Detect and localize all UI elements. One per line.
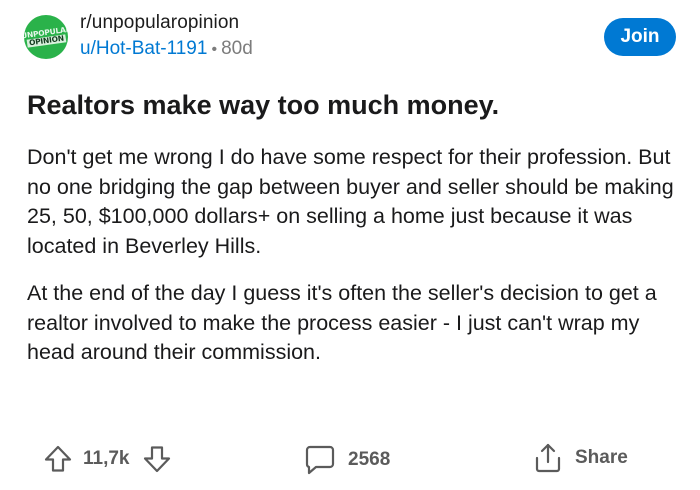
comment-count: 2568 bbox=[348, 449, 391, 470]
post-title[interactable]: Realtors make way too much money. bbox=[27, 88, 677, 122]
share-button[interactable]: Share bbox=[533, 442, 628, 474]
body-paragraph: Don't get me wrong I do have some respec… bbox=[27, 145, 674, 258]
post-action-bar: 11,7k 2568 Share bbox=[0, 440, 700, 480]
subreddit-name[interactable]: r/unpopularopinion bbox=[80, 12, 239, 34]
post-age: 80d bbox=[221, 38, 253, 59]
comments-button[interactable]: 2568 bbox=[304, 444, 390, 476]
post-card: UNPOPULAR OPINION r/unpopularopinion u/H… bbox=[0, 0, 700, 490]
post-meta: u/Hot-Bat-1191 • 80d bbox=[80, 38, 253, 60]
vote-group: 11,7k bbox=[43, 444, 172, 474]
author-link[interactable]: u/Hot-Bat-1191 bbox=[80, 38, 207, 59]
share-label: Share bbox=[575, 447, 628, 468]
meta-separator: • bbox=[211, 41, 218, 58]
subreddit-avatar[interactable]: UNPOPULAR OPINION bbox=[24, 15, 68, 59]
arrow-up-outline-icon[interactable] bbox=[43, 444, 73, 474]
post-body: Don't get me wrong I do have some respec… bbox=[27, 143, 677, 386]
speech-bubble-icon bbox=[304, 444, 336, 476]
vote-score: 11,7k bbox=[83, 448, 130, 469]
join-button[interactable]: Join bbox=[604, 18, 676, 56]
post-header: UNPOPULAR OPINION r/unpopularopinion u/H… bbox=[24, 10, 676, 62]
body-paragraph: At the end of the day I guess it's often… bbox=[27, 281, 657, 364]
arrow-down-outline-icon[interactable] bbox=[142, 444, 172, 474]
share-upload-icon bbox=[533, 442, 563, 474]
